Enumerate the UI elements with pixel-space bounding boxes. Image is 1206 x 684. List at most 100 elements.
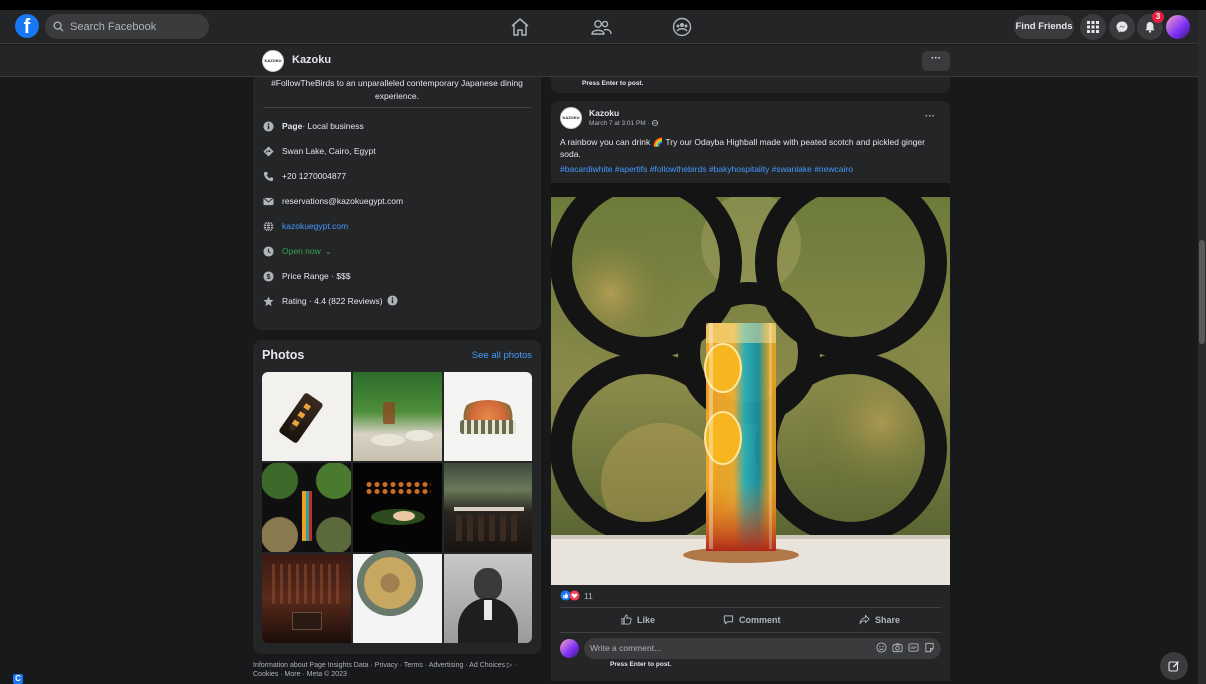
photos-title[interactable]: Photos bbox=[262, 348, 304, 362]
facebook-logo[interactable]: f bbox=[15, 14, 39, 38]
photo-thumbnail[interactable] bbox=[444, 463, 532, 552]
page-footer: Information about Page Insights Data · P… bbox=[253, 662, 517, 678]
cocktail-photo bbox=[551, 183, 950, 585]
comment-label: Comment bbox=[739, 614, 781, 625]
love-reaction-icon bbox=[569, 590, 580, 601]
location-text[interactable]: Swan Lake, Cairo, Egypt bbox=[282, 146, 376, 156]
info-phone: +20 1270004877 bbox=[263, 169, 346, 183]
post-date-text[interactable]: March 7 at 3:01 PM · bbox=[589, 120, 652, 127]
page-type-label: Page bbox=[282, 121, 303, 131]
share-label: Share bbox=[875, 614, 901, 625]
page-description: #FollowTheBirds to an unparalleled conte… bbox=[271, 78, 523, 101]
divider bbox=[560, 607, 941, 608]
search-input[interactable]: Search Facebook bbox=[45, 14, 209, 39]
like-button[interactable]: Like bbox=[621, 614, 655, 625]
comment-input[interactable]: Write a comment... GIF bbox=[584, 638, 941, 659]
scrollbar-thumb[interactable] bbox=[1199, 240, 1205, 344]
comment-tools: GIF bbox=[876, 642, 935, 653]
info-icon bbox=[263, 120, 274, 132]
new-message-button[interactable] bbox=[1160, 652, 1188, 680]
photo-thumbnail[interactable] bbox=[262, 554, 351, 643]
svg-text:GIF: GIF bbox=[910, 646, 917, 650]
bell-icon bbox=[1145, 22, 1155, 33]
website-link[interactable]: kazokuegypt.com bbox=[282, 221, 348, 231]
sticker-icon[interactable] bbox=[924, 642, 935, 653]
photo-thumbnail[interactable] bbox=[262, 463, 351, 552]
reaction-summary[interactable]: 11 bbox=[560, 590, 593, 601]
page-logo[interactable]: KAZOKU bbox=[262, 50, 284, 72]
divider bbox=[560, 632, 941, 633]
comment-hint: Press Enter to post. bbox=[610, 661, 672, 668]
globe-icon bbox=[263, 220, 274, 232]
info-rating: Rating · 4.4 (822 Reviews) bbox=[263, 294, 398, 308]
open-status[interactable]: Open now bbox=[282, 246, 321, 256]
rating-info-icon[interactable] bbox=[387, 294, 398, 308]
phone-text[interactable]: +20 1270004877 bbox=[282, 171, 346, 181]
groups-icon[interactable] bbox=[671, 16, 693, 38]
camera-icon[interactable] bbox=[892, 642, 903, 653]
search-placeholder: Search Facebook bbox=[70, 20, 157, 33]
info-email: reservations@kazokuegypt.com bbox=[263, 194, 403, 208]
emoji-icon[interactable] bbox=[876, 642, 887, 653]
messenger-button[interactable] bbox=[1109, 14, 1135, 40]
post-author-name[interactable]: Kazoku bbox=[589, 108, 619, 118]
info-category: Page · Local business bbox=[263, 119, 364, 133]
menu-button[interactable] bbox=[1080, 14, 1106, 40]
intro-card: #FollowTheBirds to an unparalleled conte… bbox=[253, 77, 541, 330]
info-hours: Open now ⌄ bbox=[263, 244, 332, 258]
thumbs-up-icon bbox=[621, 614, 632, 625]
post-image[interactable] bbox=[551, 183, 950, 585]
chevron-down-icon[interactable]: ⌄ bbox=[325, 246, 332, 257]
compose-icon bbox=[1168, 661, 1179, 672]
post-timestamp[interactable]: March 7 at 3:01 PM · bbox=[589, 119, 658, 127]
category-text: · Local business bbox=[302, 121, 364, 131]
search-icon bbox=[53, 21, 64, 32]
page-scrollbar[interactable] bbox=[1198, 10, 1206, 684]
page-header-bar: KAZOKU Kazoku ··· bbox=[0, 45, 1198, 77]
reaction-count[interactable]: 11 bbox=[584, 591, 593, 601]
photo-thumbnail[interactable] bbox=[353, 550, 442, 643]
photo-thumbnail[interactable] bbox=[262, 372, 351, 461]
rating-text: Rating · 4.4 (822 Reviews) bbox=[282, 296, 383, 306]
price-range-text: Price Range · $$$ bbox=[282, 271, 351, 281]
photo-thumbnail[interactable] bbox=[353, 372, 442, 461]
account-avatar[interactable] bbox=[1166, 15, 1190, 39]
post-options-button[interactable]: ··· bbox=[925, 111, 935, 122]
globe-icon bbox=[651, 119, 658, 127]
divider bbox=[263, 107, 531, 108]
photo-thumbnail[interactable] bbox=[444, 554, 532, 643]
top-navbar: f Search Facebook Find Friends 3 bbox=[0, 10, 1198, 44]
home-icon[interactable] bbox=[509, 16, 531, 38]
see-all-photos-link[interactable]: See all photos bbox=[472, 350, 532, 361]
svg-text:$: $ bbox=[266, 272, 270, 281]
post-text: A rainbow you can drink 🌈 Try our Odayba… bbox=[560, 137, 925, 159]
friends-icon[interactable] bbox=[590, 16, 612, 38]
gif-icon[interactable]: GIF bbox=[908, 642, 919, 653]
find-friends-button[interactable]: Find Friends bbox=[1014, 15, 1074, 39]
phone-icon bbox=[263, 171, 274, 182]
notification-badge: 3 bbox=[1152, 11, 1164, 23]
comment-hint: Press Enter to post. bbox=[582, 80, 644, 87]
taskbar-app-icon[interactable]: C bbox=[13, 674, 23, 684]
top-strip bbox=[0, 0, 1206, 10]
clock-icon bbox=[263, 245, 274, 257]
post-card: KAZOKU Kazoku March 7 at 3:01 PM · ··· A… bbox=[551, 101, 950, 681]
page-more-button[interactable]: ··· bbox=[922, 51, 950, 71]
previous-post-bottom: Press Enter to post. bbox=[551, 77, 950, 93]
email-text[interactable]: reservations@kazokuegypt.com bbox=[282, 196, 403, 206]
location-icon bbox=[263, 145, 274, 157]
comment-icon bbox=[723, 615, 734, 625]
post-author-avatar[interactable]: KAZOKU bbox=[560, 107, 582, 129]
commenter-avatar[interactable] bbox=[560, 639, 579, 658]
post-hashtags[interactable]: #bacardiwhite #apertifs #followthebirds … bbox=[560, 164, 853, 174]
share-icon bbox=[859, 614, 870, 625]
comment-placeholder: Write a comment... bbox=[590, 643, 662, 653]
photos-card: Photos See all photos bbox=[253, 340, 541, 654]
photo-thumbnail[interactable] bbox=[444, 372, 532, 461]
grid-menu-icon bbox=[1087, 21, 1099, 33]
share-button[interactable]: Share bbox=[859, 614, 900, 625]
page-title[interactable]: Kazoku bbox=[292, 54, 331, 66]
photo-thumbnail[interactable] bbox=[353, 463, 442, 552]
photos-grid bbox=[262, 372, 532, 643]
comment-button[interactable]: Comment bbox=[723, 614, 781, 625]
